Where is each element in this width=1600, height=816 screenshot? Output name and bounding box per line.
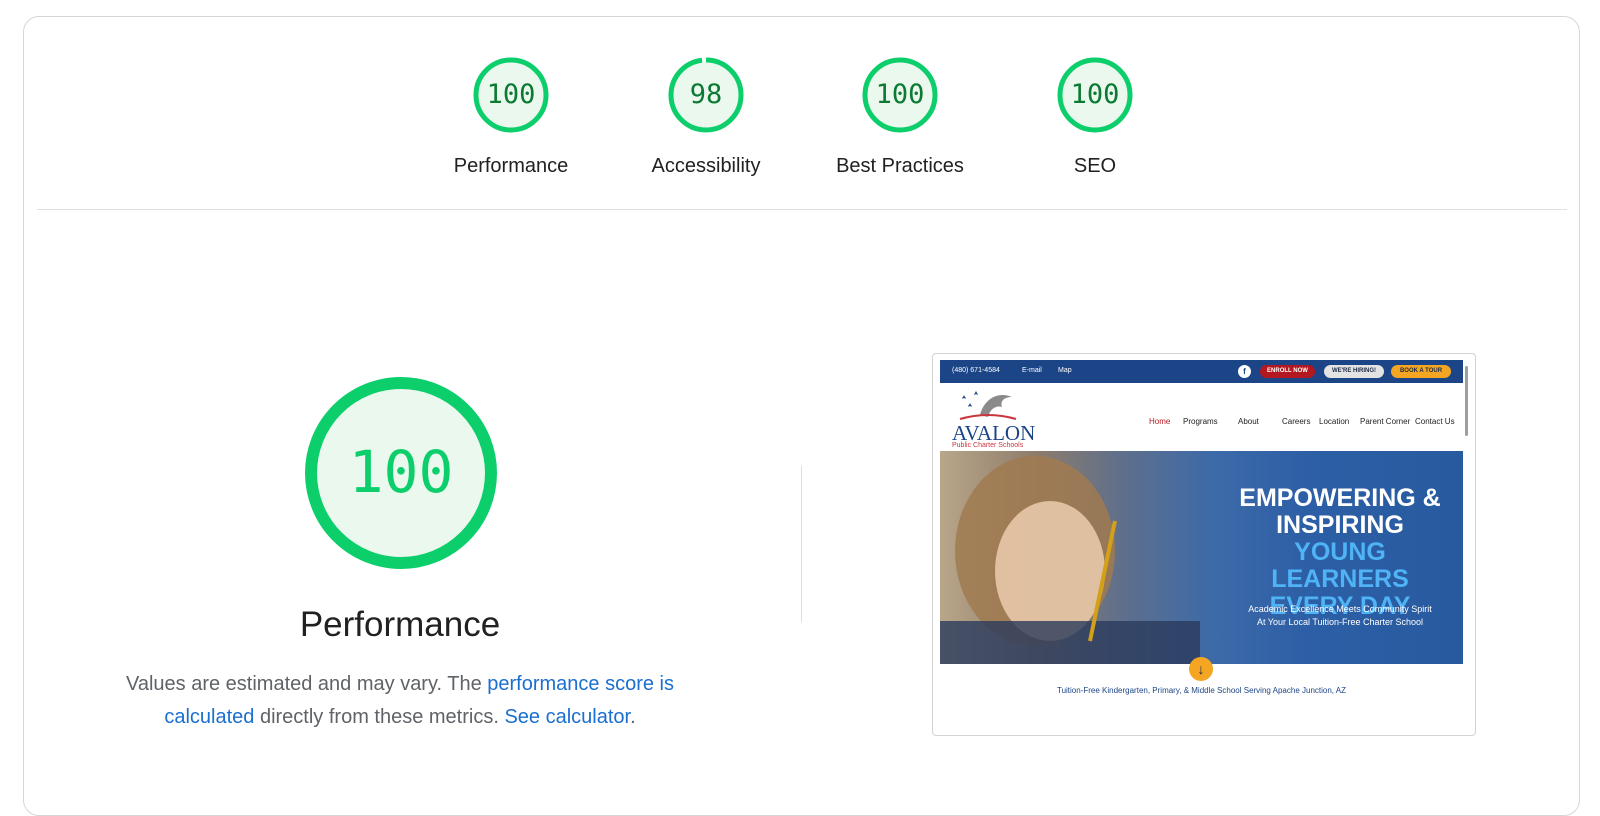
- nav-programs: Programs: [1183, 417, 1218, 426]
- score-ring: 98: [667, 56, 745, 134]
- score-ring: 100: [472, 56, 550, 134]
- scrollbar: [1465, 366, 1468, 436]
- enroll-button: ENROLL NOW: [1260, 365, 1315, 378]
- site-logo-sub: Public Charter Schools: [952, 442, 1024, 449]
- gauge-performance[interactable]: 100 Performance: [431, 56, 591, 178]
- hero-photo-icon: [940, 456, 1200, 664]
- gauge-score: 100: [1070, 79, 1120, 110]
- hero-sub-line: At Your Local Tuition-Free Charter Schoo…: [1256, 617, 1424, 627]
- gauge-label: Best Practices: [836, 155, 964, 177]
- hero-line: YOUNG LEARNERS: [1271, 538, 1409, 593]
- hero-headline: EMPOWERING & INSPIRING YOUNG LEARNERS EV…: [1230, 485, 1450, 620]
- scroll-down-icon: ↓: [1189, 657, 1213, 681]
- gauge-score: 100: [875, 79, 925, 110]
- gauge-label: SEO: [1073, 155, 1117, 177]
- map-text: Map: [1058, 367, 1072, 374]
- divider: [37, 209, 1567, 210]
- phone-text: (480) 671-4584: [952, 367, 1000, 374]
- category-gauges: 100 Performance 98 Accessibility 100 Bes…: [0, 56, 1600, 186]
- hiring-button: WE'RE HIRING!: [1324, 365, 1384, 378]
- gauge-label: Accessibility: [651, 155, 761, 177]
- site-header: AVALON Public Charter Schools Home Progr…: [940, 383, 1463, 451]
- nav-about: About: [1238, 417, 1259, 426]
- performance-score: 100: [348, 438, 454, 506]
- score-ring: 100: [1056, 56, 1134, 134]
- nav-parent-corner: Parent Corner: [1360, 417, 1411, 426]
- hero-line: EMPOWERING &: [1239, 484, 1441, 512]
- nav-home: Home: [1149, 417, 1171, 426]
- hero-sub-line: Academic Excellence Meets Community Spir…: [1248, 604, 1432, 614]
- site-topbar: (480) 671-4584 E-mail Map f ENROLL NOW W…: [940, 360, 1463, 383]
- performance-title: Performance: [299, 605, 501, 644]
- gauge-seo[interactable]: 100 SEO: [1015, 56, 1175, 178]
- hero-banner: EMPOWERING & INSPIRING YOUNG LEARNERS EV…: [940, 451, 1463, 664]
- tour-button: BOOK A TOUR: [1391, 365, 1451, 378]
- desc-text: directly from these metrics.: [254, 706, 505, 728]
- final-screenshot[interactable]: (480) 671-4584 E-mail Map f ENROLL NOW W…: [932, 353, 1476, 736]
- site-tagline: Tuition-Free Kindergarten, Primary, & Mi…: [1056, 686, 1347, 695]
- facebook-icon: f: [1238, 365, 1251, 378]
- eagle-logo-icon: [959, 391, 1017, 420]
- gauge-score: 100: [486, 79, 536, 110]
- gauge-label: Performance: [453, 155, 569, 177]
- desc-text: .: [630, 706, 636, 728]
- hero-line: INSPIRING: [1276, 511, 1404, 539]
- score-ring: 100: [861, 56, 939, 134]
- nav-location: Location: [1319, 417, 1350, 426]
- hero-subtitle: Academic Excellence Meets Community Spir…: [1220, 603, 1460, 629]
- nav-careers: Careers: [1282, 417, 1311, 426]
- email-text: E-mail: [1022, 367, 1042, 374]
- vertical-divider: [801, 466, 802, 622]
- see-calculator-link[interactable]: See calculator: [504, 706, 630, 728]
- gauge-score: 98: [689, 79, 723, 110]
- gauge-best-practices[interactable]: 100 Best Practices: [820, 56, 980, 178]
- nav-contact: Contact Us: [1415, 417, 1455, 426]
- gauge-accessibility[interactable]: 98 Accessibility: [626, 56, 786, 178]
- performance-description: Values are estimated and may vary. The p…: [100, 668, 700, 734]
- desc-text: Values are estimated and may vary. The: [125, 673, 488, 695]
